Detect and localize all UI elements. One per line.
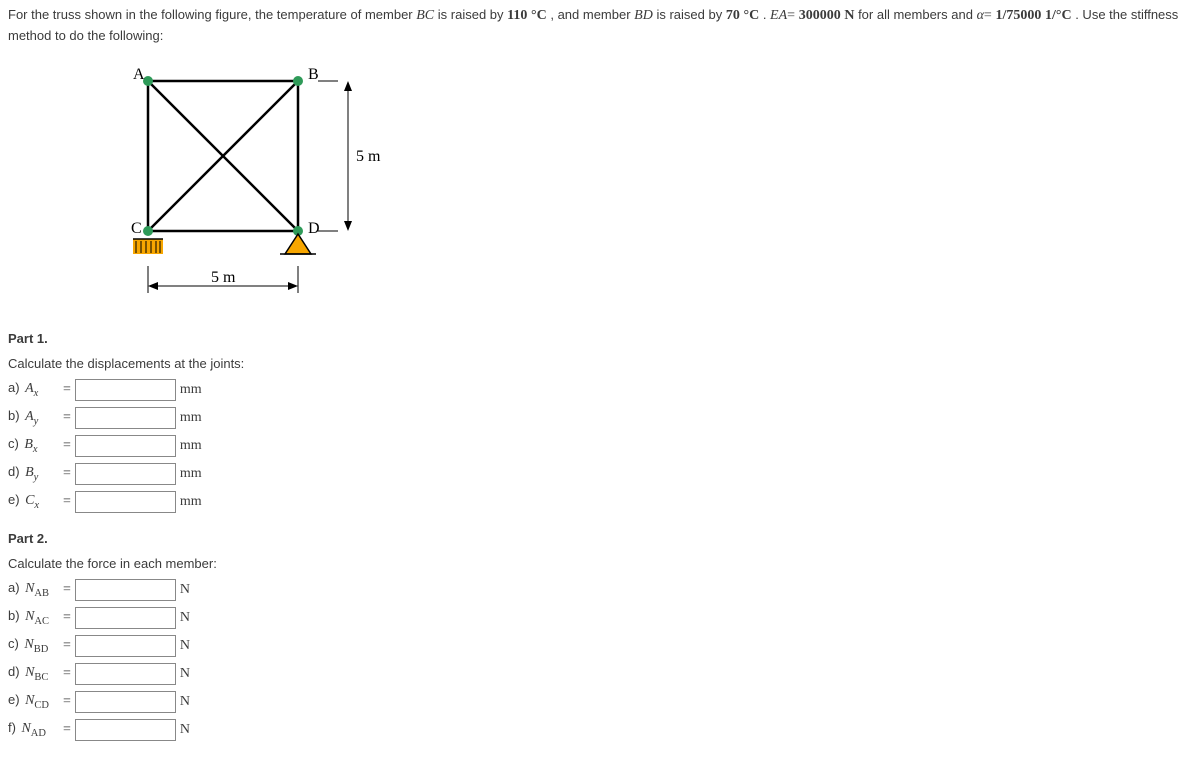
- answer-unit: N: [180, 694, 190, 710]
- answer-row: b) Ay=mm: [8, 407, 1187, 429]
- svg-text:B: B: [308, 66, 319, 83]
- answer-label: b) Ay: [8, 408, 63, 427]
- answer-unit: N: [180, 638, 190, 654]
- answer-label: a) Ax: [8, 380, 63, 399]
- answer-input[interactable]: [75, 635, 176, 657]
- svg-text:D: D: [308, 220, 320, 237]
- answer-label: e) Cx: [8, 492, 63, 511]
- answer-row: d) By=mm: [8, 463, 1187, 485]
- answer-input[interactable]: [75, 607, 176, 629]
- part1-instr: Calculate the displacements at the joint…: [8, 356, 1187, 371]
- svg-text:5 m: 5 m: [356, 148, 381, 165]
- answer-label: c) NBD: [8, 636, 63, 655]
- answer-unit: mm: [180, 466, 202, 482]
- answer-input[interactable]: [75, 435, 176, 457]
- answer-unit: mm: [180, 382, 202, 398]
- part2-title: Part 2.: [8, 531, 1187, 546]
- svg-text:C: C: [131, 220, 142, 237]
- answer-row: b) NAC=N: [8, 607, 1187, 629]
- dimension-horizontal: 5 m: [148, 266, 298, 293]
- answer-row: a) Ax=mm: [8, 379, 1187, 401]
- answer-unit: N: [180, 722, 190, 738]
- truss-figure: A B C D 5 m: [123, 61, 1187, 311]
- answer-label: f) NAD: [8, 720, 63, 739]
- answer-label: c) Bx: [8, 436, 63, 455]
- dimension-vertical: 5 m: [318, 81, 381, 231]
- part2-instr: Calculate the force in each member:: [8, 556, 1187, 571]
- answer-row: e) NCD=N: [8, 691, 1187, 713]
- answer-row: f) NAD=N: [8, 719, 1187, 741]
- answer-unit: mm: [180, 410, 202, 426]
- answer-input[interactable]: [75, 719, 176, 741]
- answer-row: a) NAB=N: [8, 579, 1187, 601]
- answer-unit: N: [180, 666, 190, 682]
- answer-label: b) NAC: [8, 608, 63, 627]
- answer-input[interactable]: [75, 663, 176, 685]
- answer-unit: N: [180, 610, 190, 626]
- answer-unit: mm: [180, 438, 202, 454]
- support-c-icon: [133, 239, 163, 254]
- answer-row: c) Bx=mm: [8, 435, 1187, 457]
- answer-label: d) By: [8, 464, 63, 483]
- answer-input[interactable]: [75, 463, 176, 485]
- answer-label: e) NCD: [8, 692, 63, 711]
- answer-row: d) NBC=N: [8, 663, 1187, 685]
- answer-unit: N: [180, 582, 190, 598]
- answer-input[interactable]: [75, 579, 176, 601]
- answer-label: a) NAB: [8, 580, 63, 599]
- answer-input[interactable]: [75, 691, 176, 713]
- member-bc: BC: [416, 8, 434, 23]
- answer-input[interactable]: [75, 491, 176, 513]
- svg-text:A: A: [133, 66, 145, 83]
- answer-label: d) NBC: [8, 664, 63, 683]
- answer-row: e) Cx=mm: [8, 491, 1187, 513]
- member-bd: BD: [634, 8, 653, 23]
- intro-text: For the truss shown in the following fig…: [8, 7, 416, 22]
- problem-statement: For the truss shown in the following fig…: [8, 5, 1187, 46]
- answer-unit: mm: [180, 494, 202, 510]
- answer-input[interactable]: [75, 407, 176, 429]
- svg-text:5 m: 5 m: [211, 269, 236, 286]
- support-d-icon: [280, 234, 316, 254]
- answer-row: c) NBD=N: [8, 635, 1187, 657]
- answer-input[interactable]: [75, 379, 176, 401]
- part1-title: Part 1.: [8, 331, 1187, 346]
